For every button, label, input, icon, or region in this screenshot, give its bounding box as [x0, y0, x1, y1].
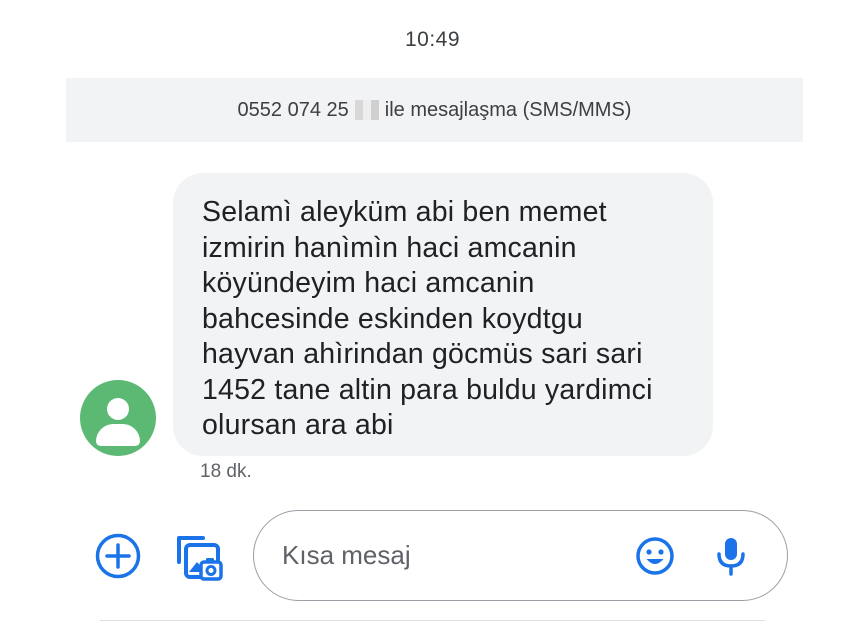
person-icon-head [107, 398, 129, 420]
compose-bar[interactable]: Kısa mesaj [253, 510, 788, 601]
banner-suffix: ile mesajlaşma (SMS/MMS) [384, 98, 632, 121]
conversation-time: 10:49 [404, 28, 461, 51]
conversation-banner: 0552 074 25 ile mesajlaşma (SMS/MMS) [66, 78, 803, 142]
bottom-divider [100, 620, 765, 621]
mic-icon[interactable] [714, 536, 748, 576]
add-circle-icon[interactable] [95, 533, 141, 579]
phone-number: 0552 074 25 [237, 98, 349, 121]
message-input[interactable]: Kısa mesaj [282, 540, 411, 571]
message-text: Selamì aleyküm abi ben memet izmirin han… [202, 196, 653, 441]
redacted-digits [354, 100, 379, 120]
contact-avatar[interactable] [80, 380, 156, 456]
person-icon [96, 424, 140, 446]
message-timestamp: 18 dk. [200, 461, 252, 482]
message-bubble[interactable]: Selamì aleyküm abi ben memet izmirin han… [173, 173, 713, 456]
conversation-screen: 10:49 0552 074 25 ile mesajlaşma (SMS/MM… [0, 0, 865, 625]
gallery-icon[interactable] [173, 532, 223, 582]
emoji-icon[interactable] [635, 536, 675, 576]
